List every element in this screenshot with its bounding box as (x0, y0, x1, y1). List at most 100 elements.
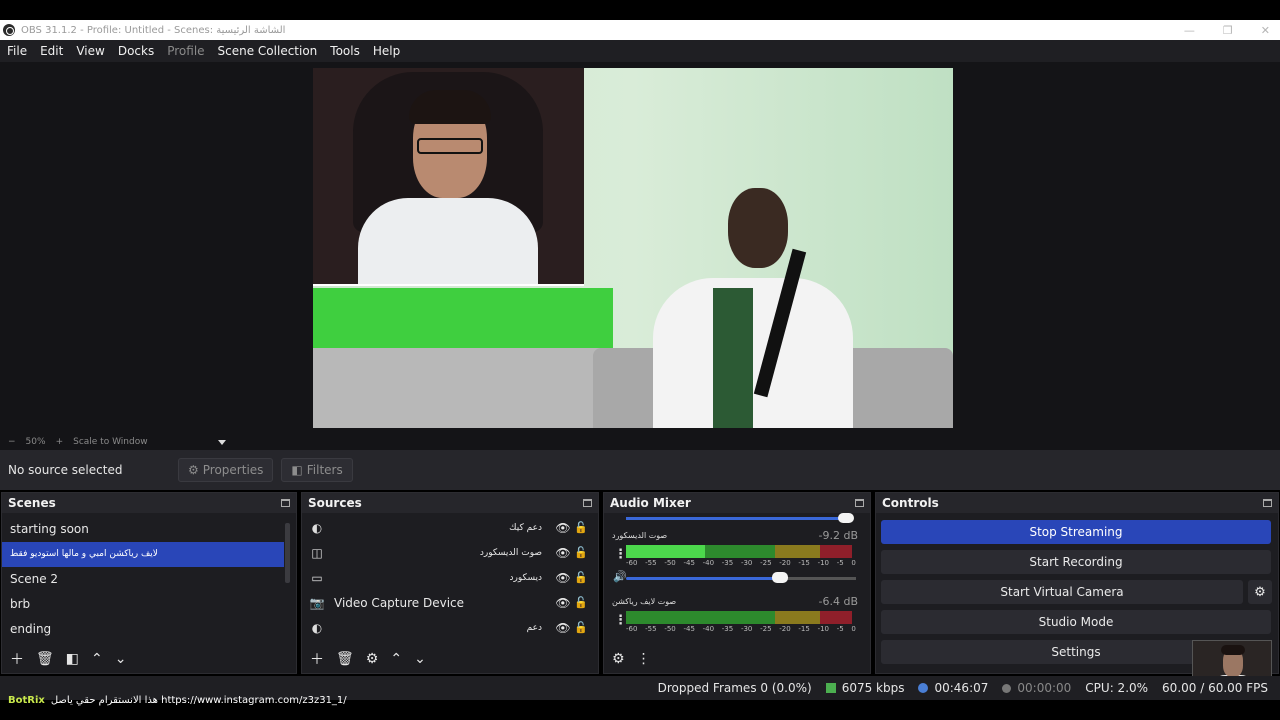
undock-icon[interactable] (281, 499, 290, 507)
volume-knob[interactable] (838, 513, 854, 523)
lock-icon[interactable]: 🔓 (572, 596, 590, 609)
source-item[interactable]: 📷 Video Capture Device 👁 🔓 (302, 590, 598, 615)
scenes-scrollbar[interactable] (285, 523, 290, 583)
kebab-icon[interactable]: ⋮ (637, 651, 651, 667)
scene-item[interactable]: ending (2, 617, 284, 642)
settings-gear-icon[interactable]: ⚙ (612, 651, 625, 667)
menu-profile[interactable]: Profile (167, 44, 204, 58)
volume-slider[interactable] (626, 517, 846, 520)
meter-ticks: -60 -55 -50 -45 -40 -35 -30 -25 -20 -15 -10 -5 0 (626, 625, 856, 633)
tick: -20 (779, 625, 791, 633)
tick: -45 (683, 559, 695, 567)
volume-slider[interactable] (626, 577, 782, 580)
lock-icon[interactable]: 🔓 (572, 546, 590, 559)
lock-icon[interactable]: 🔓 (572, 571, 590, 584)
scene-list: starting soon لايف رياكشن امبي و مالها ا… (2, 513, 296, 642)
webcam-overlay (313, 68, 584, 286)
chevron-down-icon[interactable]: ⌄ (115, 651, 127, 667)
tick: -40 (702, 625, 715, 633)
preview-area[interactable] (0, 62, 1280, 434)
scene-item-active[interactable]: لايف رياكشن امبي و مالها استوديو فقط (2, 542, 284, 567)
record-icon (1002, 683, 1012, 693)
menu-edit[interactable]: Edit (40, 44, 63, 58)
filters-button[interactable]: ◧ Filters (281, 458, 353, 482)
start-recording-button[interactable]: Start Recording (881, 550, 1271, 574)
menu-file[interactable]: File (7, 44, 27, 58)
menu-scene-collection[interactable]: Scene Collection (218, 44, 318, 58)
facecam-hair (1221, 645, 1245, 655)
fps-status: 60.00 / 60.00 FPS (1162, 681, 1268, 695)
host-body (653, 278, 853, 428)
mixer-footer: ⚙ ⋮ (604, 645, 870, 673)
chat-overlay: BotRix هذا الانستقرام حقي ياصل https://w… (0, 690, 700, 710)
tick: 0 (851, 625, 856, 633)
preview-canvas[interactable] (313, 68, 953, 428)
stop-streaming-button[interactable]: Stop Streaming (881, 520, 1271, 544)
zoom-in-button[interactable]: + (56, 437, 64, 447)
menu-tools[interactable]: Tools (330, 44, 360, 58)
gear-icon: ⚙ (188, 463, 199, 477)
maximize-button[interactable]: ❐ (1223, 24, 1233, 37)
tick: -25 (760, 625, 772, 633)
filter-icon[interactable]: ◧ (66, 651, 79, 667)
obs-logo-icon (3, 24, 15, 36)
source-item[interactable]: ◐ دعم 👁 🔓 (302, 615, 598, 640)
virtual-camera-gear-icon[interactable]: ⚙ (1248, 580, 1272, 604)
scenes-footer: ＋ 🗑 ◧ ⌃ ⌄ (2, 645, 296, 673)
scale-mode[interactable]: Scale to Window (73, 437, 147, 447)
meter-ticks: -60 -55 -50 -45 -40 -35 -30 -25 -20 -15 -10 -5 0 (626, 559, 856, 567)
track-db: -9.2 dB (818, 529, 859, 542)
undock-icon[interactable] (1263, 499, 1272, 507)
eye-icon[interactable]: 👁 (554, 596, 572, 610)
undock-icon[interactable] (855, 499, 864, 507)
zoom-out-button[interactable]: − (8, 437, 16, 447)
streamer-shirt (358, 198, 538, 284)
window-title: OBS 31.1.2 - Profile: Untitled - Scenes:… (21, 24, 286, 36)
streaming-icon (918, 683, 929, 693)
volume-knob[interactable] (772, 572, 788, 583)
add-icon[interactable]: ＋ (310, 649, 324, 669)
start-virtual-camera-button[interactable]: Start Virtual Camera (881, 580, 1243, 604)
lock-icon[interactable]: 🔓 (572, 521, 590, 534)
undock-icon[interactable] (583, 499, 592, 507)
studio-mode-button[interactable]: Studio Mode (881, 610, 1271, 634)
gear-icon[interactable]: ⚙ (366, 651, 379, 667)
eye-icon[interactable]: 👁 (554, 571, 572, 585)
chevron-up-icon[interactable]: ⌃ (91, 651, 103, 667)
menu-docks[interactable]: Docks (118, 44, 154, 58)
trash-icon[interactable]: 🗑 (336, 651, 354, 667)
chevron-up-icon[interactable]: ⌃ (390, 651, 402, 667)
menu-help[interactable]: Help (373, 44, 400, 58)
tick: -5 (836, 559, 844, 567)
chevron-down-icon[interactable] (217, 439, 226, 445)
audio-output-icon: ◫ (311, 545, 323, 560)
scene-item[interactable]: Scene 2 (2, 567, 284, 592)
track-db: -6.4 dB (818, 595, 859, 608)
scene-item[interactable]: brb (2, 592, 284, 617)
eye-icon[interactable]: 👁 (554, 521, 572, 535)
close-button[interactable]: ✕ (1261, 24, 1270, 37)
eye-icon[interactable]: 👁 (554, 621, 572, 635)
controls-title-text: Controls (882, 496, 939, 510)
eye-icon[interactable]: 👁 (554, 546, 572, 560)
add-icon[interactable]: ＋ (10, 649, 24, 669)
source-item[interactable]: ▭ ديسكورد 👁 🔓 (302, 565, 598, 590)
lock-icon[interactable]: 🔓 (572, 621, 590, 634)
track-name: صوت لايف رياكشن (612, 597, 677, 606)
source-item[interactable]: ◐ دعم كيك 👁 🔓 (302, 515, 598, 540)
tick: -35 (721, 559, 734, 567)
zoom-bar: − 50% + Scale to Window (0, 434, 1280, 450)
properties-button[interactable]: ⚙ Properties (178, 458, 274, 482)
menu-view[interactable]: View (76, 44, 104, 58)
speaker-icon[interactable]: 🔊 (613, 570, 627, 583)
scene-item[interactable]: starting soon (2, 517, 284, 542)
source-item[interactable]: ◫ صوت الديسكورد 👁 🔓 (302, 540, 598, 565)
chevron-down-icon[interactable]: ⌄ (414, 651, 426, 667)
tick: -60 (626, 625, 638, 633)
meter-red (820, 611, 852, 624)
sources-title: Sources (302, 493, 598, 513)
streamer-glasses (417, 138, 483, 154)
mixer-track: صوت الديسكورد -9.2 dB ⋮ -60 -55 -50 -45 -40-… (604, 527, 870, 593)
trash-icon[interactable]: 🗑 (36, 651, 54, 667)
minimize-button[interactable]: — (1184, 24, 1195, 37)
